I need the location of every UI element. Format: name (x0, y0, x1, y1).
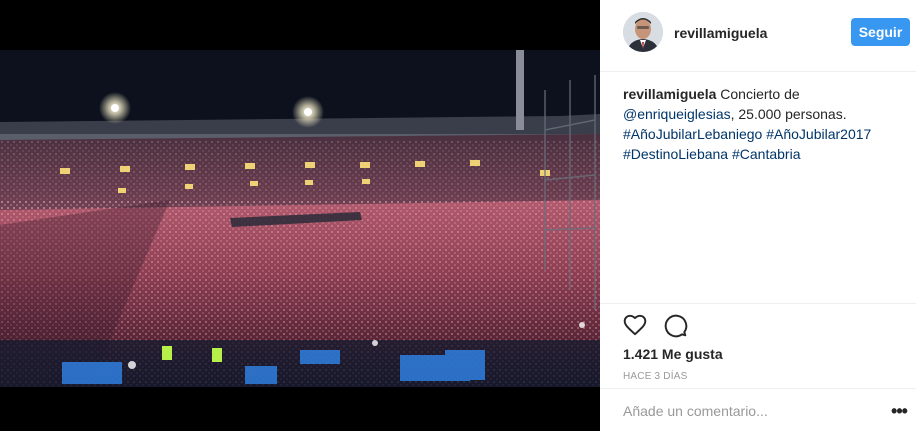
post-media (0, 0, 600, 431)
username[interactable]: revillamiguela (674, 25, 767, 41)
caption-username[interactable]: revillamiguela (623, 86, 716, 102)
post-info-panel: revillamiguela Seguir revillamiguela Con… (600, 0, 916, 431)
comment-icon[interactable] (662, 312, 688, 338)
likes-count[interactable]: 1.421 Me gusta (623, 346, 723, 362)
caption-text: Concierto de (716, 86, 800, 102)
avatar[interactable] (623, 12, 663, 52)
more-options-icon[interactable]: ••• (889, 401, 909, 421)
hashtag-link[interactable]: #AñoJubilar2017 (766, 126, 871, 142)
post-header: revillamiguela Seguir (600, 0, 916, 72)
comment-input[interactable] (623, 401, 863, 421)
post-photo[interactable] (0, 50, 600, 387)
hashtag-link[interactable]: #DestinoLiebana (623, 146, 728, 162)
post-caption: revillamiguela Concierto de @enriqueigle… (623, 84, 903, 164)
post-actions: 1.421 Me gusta HACE 3 DÍAS (600, 303, 916, 388)
heart-icon[interactable] (622, 312, 648, 338)
post-timestamp: HACE 3 DÍAS (623, 371, 688, 382)
follow-button[interactable]: Seguir (851, 18, 910, 46)
comment-bar: ••• (600, 388, 916, 431)
caption-mention[interactable]: @enriqueiglesias (623, 106, 731, 122)
concert-photo-illustration (0, 50, 600, 387)
caption-text: , 25.000 personas. (730, 106, 847, 122)
hashtag-link[interactable]: #AñoJubilarLebaniego (623, 126, 762, 142)
hashtag-link[interactable]: #Cantabria (732, 146, 801, 162)
avatar-image (623, 12, 663, 52)
